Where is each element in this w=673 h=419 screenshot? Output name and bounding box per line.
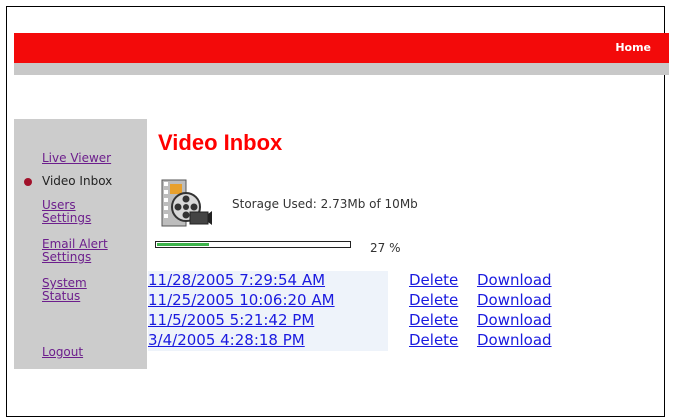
header-divider-bar (14, 63, 669, 75)
storage-progress-bar (155, 241, 351, 248)
delete-link[interactable]: Delete (409, 331, 458, 349)
video-list: 11/28/2005 7:29:54 AM Delete Download 11… (148, 271, 578, 351)
list-item: 11/28/2005 7:29:54 AM Delete Download (148, 271, 578, 291)
storage-percent-label: 27 % (370, 241, 401, 255)
page-title: Video Inbox (158, 130, 283, 155)
sidebar-nav: Live Viewer Video Inbox Users Settings E… (14, 119, 147, 369)
list-item: 3/4/2005 4:28:18 PM Delete Download (148, 331, 578, 351)
sidebar-item-users-settings[interactable]: Users Settings (42, 199, 91, 225)
sidebar-item-video-inbox[interactable]: Video Inbox (24, 174, 113, 188)
download-link[interactable]: Download (477, 271, 552, 289)
current-page-bullet-icon (24, 178, 32, 186)
video-date-link[interactable]: 11/5/2005 5:21:42 PM (148, 311, 388, 331)
storage-progress-fill (157, 243, 209, 246)
top-header-bar: Home (14, 33, 669, 63)
delete-link[interactable]: Delete (409, 271, 458, 289)
sidebar-item-email-alert-settings[interactable]: Email Alert Settings (42, 238, 108, 264)
video-date-link[interactable]: 11/25/2005 10:06:20 AM (148, 291, 388, 311)
delete-link[interactable]: Delete (409, 311, 458, 329)
download-link[interactable]: Download (477, 331, 552, 349)
download-link[interactable]: Download (477, 291, 552, 309)
video-date-link[interactable]: 3/4/2005 4:28:18 PM (148, 331, 388, 351)
storage-used-text: Storage Used: 2.73Mb of 10Mb (232, 197, 418, 211)
sidebar-item-logout[interactable]: Logout (42, 346, 83, 359)
sidebar-item-live-viewer[interactable]: Live Viewer (42, 152, 111, 165)
delete-link[interactable]: Delete (409, 291, 458, 309)
home-link[interactable]: Home (615, 41, 651, 54)
film-reel-icon (161, 179, 212, 227)
sidebar-item-system-status[interactable]: System Status (42, 277, 87, 303)
sidebar-item-label: Video Inbox (42, 174, 113, 188)
list-item: 11/25/2005 10:06:20 AM Delete Download (148, 291, 578, 311)
list-item: 11/5/2005 5:21:42 PM Delete Download (148, 311, 578, 331)
download-link[interactable]: Download (477, 311, 552, 329)
video-date-link[interactable]: 11/28/2005 7:29:54 AM (148, 271, 388, 291)
